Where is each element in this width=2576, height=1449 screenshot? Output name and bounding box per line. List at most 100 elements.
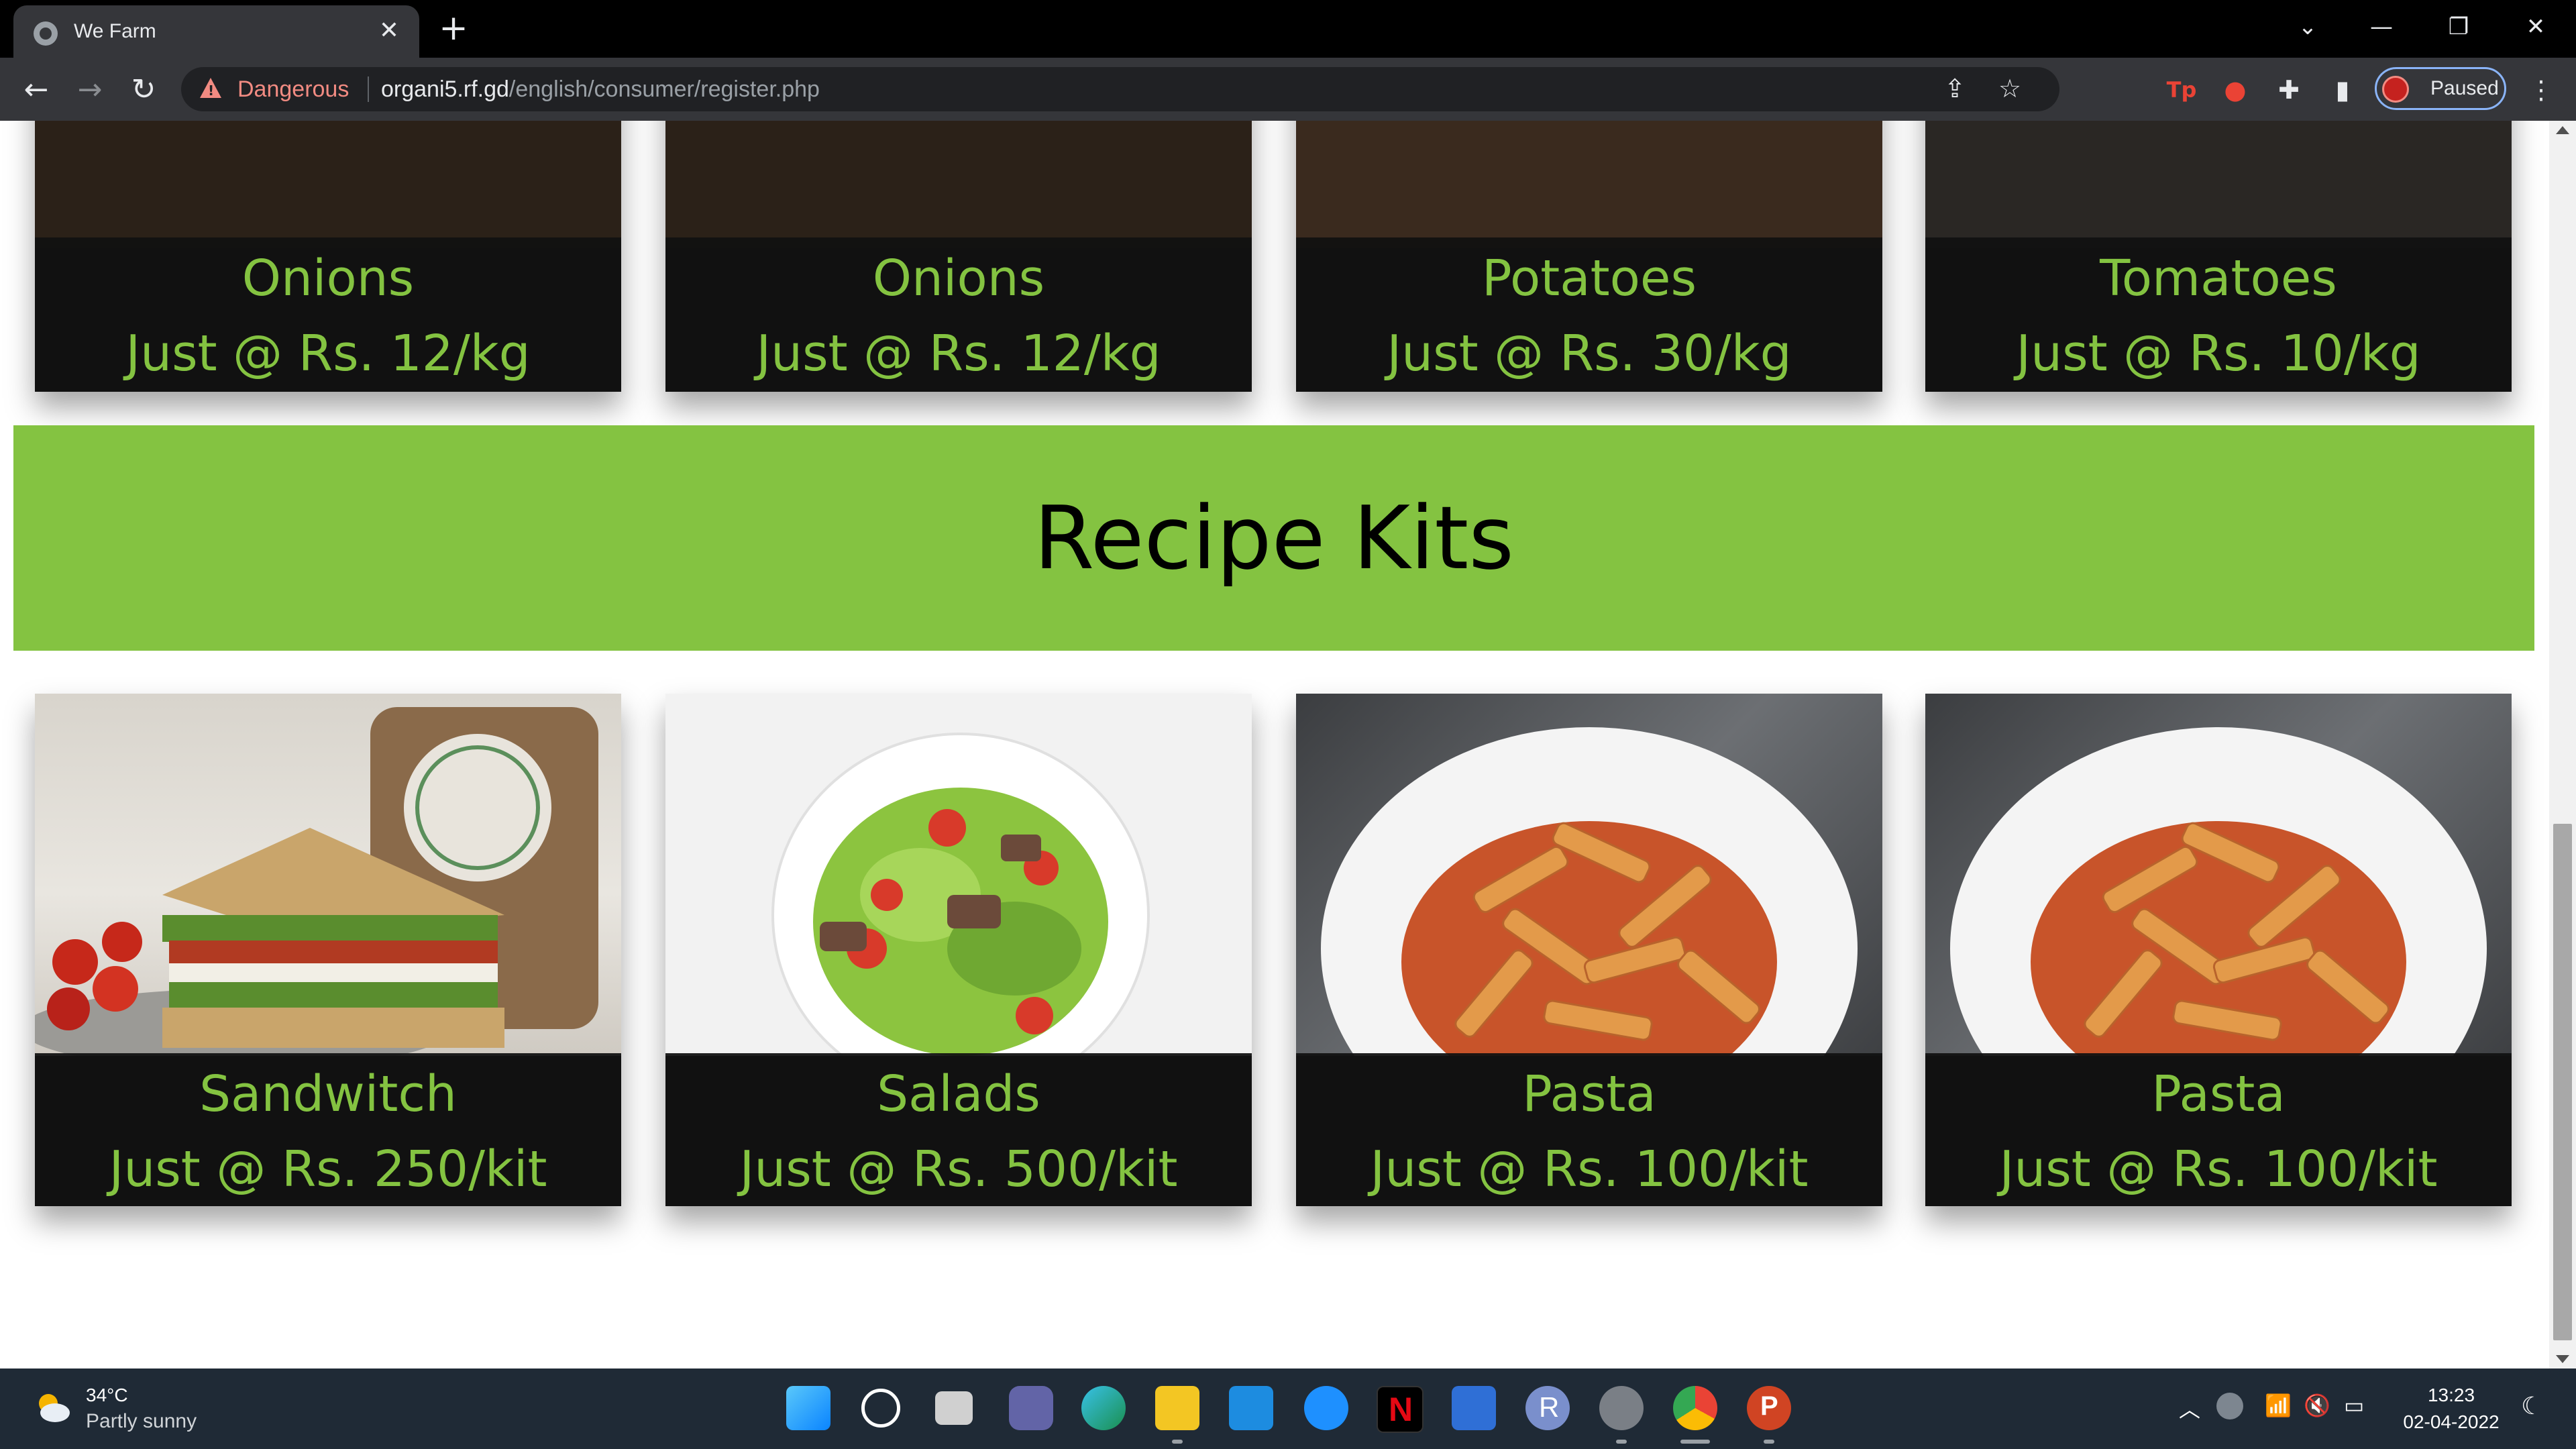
card-caption: Salads Just @ Rs. 500/kit xyxy=(665,1053,1252,1206)
tab-search-icon[interactable]: ⌄ xyxy=(2281,7,2334,47)
product-price: Just @ Rs. 12/kg xyxy=(125,325,531,382)
sandwich-illustration xyxy=(35,707,598,1069)
product-name: Tomatoes xyxy=(2100,250,2337,307)
recipe-kit-card[interactable]: Pasta Just @ Rs. 100/kit xyxy=(1925,694,2512,1206)
mail-icon[interactable] xyxy=(1229,1386,1273,1430)
product-card[interactable]: Onions Just @ Rs. 12/kg xyxy=(35,121,621,392)
task-view-icon[interactable] xyxy=(935,1391,973,1425)
pasta-illustration xyxy=(1950,727,2487,1170)
product-price: Just @ Rs. 30/kg xyxy=(1387,325,1792,382)
pasta-image xyxy=(1296,694,1882,1170)
new-tab-button[interactable]: + xyxy=(435,9,472,47)
kit-price: Just @ Rs. 500/kit xyxy=(739,1140,1178,1198)
safari-icon[interactable] xyxy=(1304,1386,1348,1430)
weather-temperature[interactable]: 34°C xyxy=(86,1385,128,1406)
powerpoint-icon[interactable]: P xyxy=(1747,1386,1791,1430)
kit-name: Pasta xyxy=(1522,1065,1656,1123)
share-icon[interactable]: ⇪ xyxy=(1937,71,1972,106)
browser-tab[interactable]: We Farm ✕ xyxy=(13,5,419,58)
back-button[interactable]: ← xyxy=(17,71,55,109)
side-panel-icon[interactable]: ▮ xyxy=(2325,72,2360,107)
product-price: Just @ Rs. 12/kg xyxy=(756,325,1161,382)
network-app-icon[interactable] xyxy=(1452,1386,1496,1430)
extensions-puzzle-icon[interactable]: ✚ xyxy=(2271,72,2306,107)
file-explorer-icon[interactable] xyxy=(1155,1386,1199,1430)
avatar xyxy=(2382,76,2409,103)
product-name: Onions xyxy=(241,250,415,307)
profile-status: Paused xyxy=(2430,77,2499,99)
url-text[interactable]: organi5.rf.gd/english/consumer/register.… xyxy=(381,76,820,103)
clock[interactable]: 13:23 02-04-2022 xyxy=(2398,1382,2505,1436)
product-card[interactable]: Tomatoes Just @ Rs. 10/kg xyxy=(1925,121,2512,392)
recipe-kit-card[interactable]: Sandwitch Just @ Rs. 250/kit xyxy=(35,694,621,1206)
minimize-button[interactable]: — xyxy=(2355,7,2408,47)
reload-button[interactable]: ↻ xyxy=(125,71,162,109)
url-host: organi5.rf.gd xyxy=(381,76,509,102)
close-tab-icon[interactable]: ✕ xyxy=(376,17,402,44)
tab-title: We Farm xyxy=(74,20,156,42)
scroll-up-arrow-icon[interactable] xyxy=(2556,126,2569,134)
recipe-kits-banner: Recipe Kits xyxy=(13,425,2534,651)
bookmark-star-icon[interactable]: ☆ xyxy=(1992,71,2027,106)
focus-assist-icon[interactable]: ☾ xyxy=(2521,1393,2542,1420)
running-indicator xyxy=(1172,1440,1183,1444)
show-hidden-icons[interactable]: ︿ xyxy=(2179,1393,2200,1424)
product-card[interactable]: Potatoes Just @ Rs. 30/kg xyxy=(1296,121,1882,392)
section-title: Recipe Kits xyxy=(1034,487,1514,589)
salad-image xyxy=(665,694,1252,1097)
salad-illustration xyxy=(771,733,1150,1097)
onedrive-error-icon[interactable] xyxy=(2216,1393,2243,1419)
security-status[interactable]: Dangerous xyxy=(237,76,349,103)
tab-strip: We Farm ✕ + ⌄ — ❐ ✕ xyxy=(0,0,2576,58)
product-price: Just @ Rs. 10/kg xyxy=(2016,325,2421,382)
tp-extension-icon[interactable]: Tp xyxy=(2164,72,2199,107)
product-card[interactable]: Onions Just @ Rs. 12/kg xyxy=(665,121,1252,392)
netflix-icon[interactable]: N xyxy=(1377,1386,1424,1433)
recipe-kit-card[interactable]: Salads Just @ Rs. 500/kit xyxy=(665,694,1252,1206)
volume-muted-icon[interactable]: 🔇 xyxy=(2304,1393,2330,1418)
partly-sunny-icon[interactable] xyxy=(32,1387,72,1428)
settings-icon[interactable] xyxy=(1599,1386,1644,1430)
taskbar: 34°C Partly sunny N R P ︿ 📶 🔇 ▭ 13:23 02… xyxy=(0,1368,2576,1449)
clock-time: 13:23 xyxy=(2427,1385,2475,1405)
kit-price: Just @ Rs. 100/kit xyxy=(1999,1140,2438,1198)
product-name: Potatoes xyxy=(1482,250,1697,307)
active-indicator xyxy=(1680,1440,1710,1444)
weather-description[interactable]: Partly sunny xyxy=(86,1410,197,1433)
recipe-kit-card[interactable]: Pasta Just @ Rs. 100/kit xyxy=(1296,694,1882,1206)
address-bar[interactable]: Dangerous organi5.rf.gd/english/consumer… xyxy=(181,67,2059,111)
search-icon[interactable] xyxy=(861,1389,900,1428)
battery-icon[interactable]: ▭ xyxy=(2344,1393,2364,1418)
scroll-thumb[interactable] xyxy=(2553,824,2572,1340)
card-caption: Sandwitch Just @ Rs. 250/kit xyxy=(35,1053,621,1206)
close-window-button[interactable]: ✕ xyxy=(2509,7,2563,47)
sandwich-image xyxy=(35,694,621,1069)
card-caption: Pasta Just @ Rs. 100/kit xyxy=(1925,1053,2512,1206)
kit-price: Just @ Rs. 250/kit xyxy=(109,1140,547,1198)
kit-name: Salads xyxy=(877,1065,1040,1123)
start-icon[interactable] xyxy=(786,1386,830,1430)
kit-price: Just @ Rs. 100/kit xyxy=(1370,1140,1809,1198)
profile-button[interactable]: Paused xyxy=(2375,67,2506,110)
chrome-icon[interactable] xyxy=(1673,1386,1717,1430)
page-scrollbar[interactable] xyxy=(2549,121,2576,1368)
card-caption: Potatoes Just @ Rs. 30/kg xyxy=(1296,237,1882,392)
onions-image xyxy=(665,121,1252,248)
teams-icon[interactable] xyxy=(1009,1386,1053,1430)
clock-date: 02-04-2022 xyxy=(2403,1411,2500,1432)
wifi-icon[interactable]: 📶 xyxy=(2265,1393,2292,1418)
forward-button[interactable]: → xyxy=(71,71,109,109)
red-extension-icon[interactable]: ● xyxy=(2218,72,2253,107)
pasta-illustration xyxy=(1321,727,1858,1170)
edge-icon[interactable] xyxy=(1081,1386,1126,1430)
kit-name: Pasta xyxy=(2151,1065,2286,1123)
card-caption: Pasta Just @ Rs. 100/kit xyxy=(1296,1053,1882,1206)
tomatoes-image xyxy=(1925,121,2512,248)
browser-menu-icon[interactable]: ⋮ xyxy=(2524,72,2559,107)
kit-name: Sandwitch xyxy=(199,1065,457,1123)
browser-toolbar: ← → ↻ Dangerous organi5.rf.gd/english/co… xyxy=(0,58,2576,122)
restore-button[interactable]: ❐ xyxy=(2432,7,2485,47)
r-icon[interactable]: R xyxy=(1525,1386,1570,1430)
warning-icon[interactable] xyxy=(200,78,221,99)
scroll-down-arrow-icon[interactable] xyxy=(2556,1355,2569,1363)
